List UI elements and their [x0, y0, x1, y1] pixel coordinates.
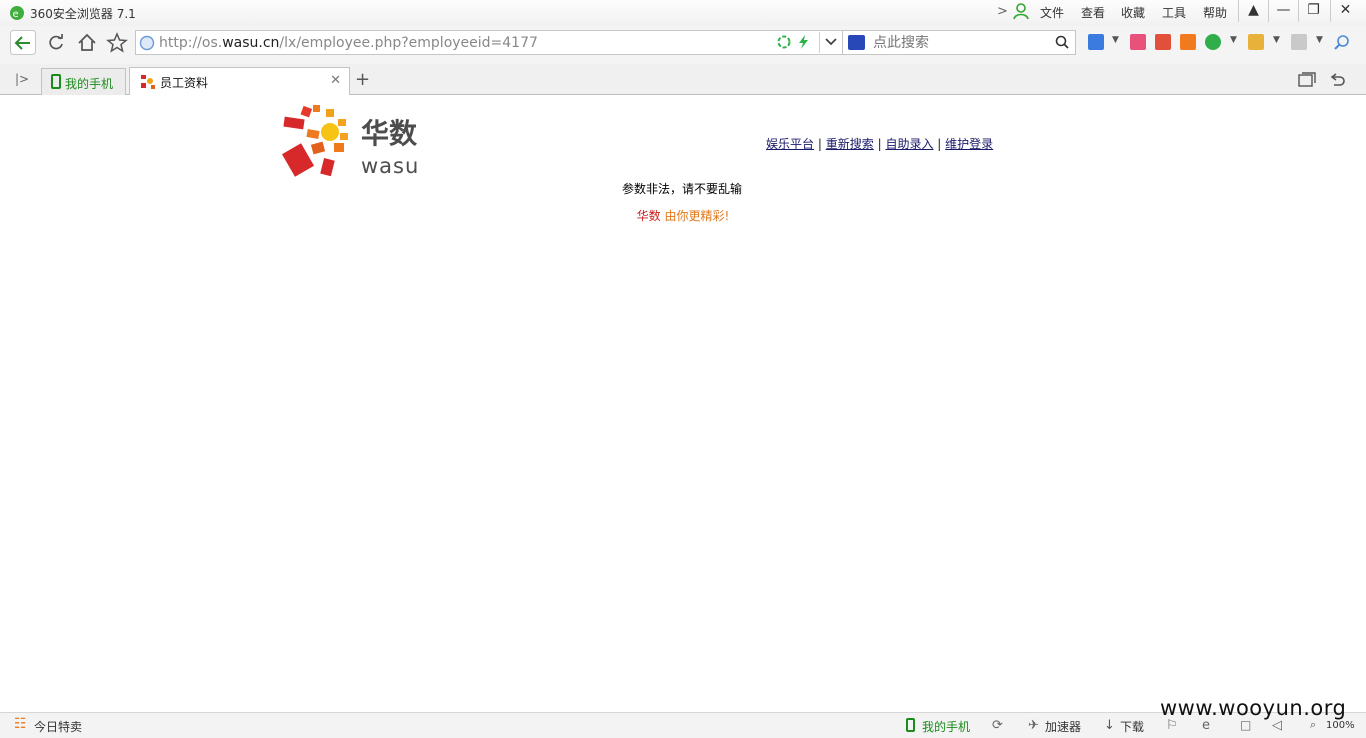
phone-icon — [51, 74, 61, 89]
menu-view[interactable]: 查看 — [1081, 4, 1105, 21]
flight-extension-icon[interactable] — [1180, 34, 1196, 50]
app-grid-icon[interactable] — [1088, 34, 1104, 50]
home-icon[interactable] — [74, 30, 100, 56]
search-box[interactable] — [842, 30, 1076, 55]
undo-close-tab-icon[interactable] — [1328, 72, 1346, 88]
search-input[interactable] — [873, 34, 1043, 52]
window-icon[interactable]: □ — [1240, 718, 1251, 732]
separator: | — [877, 137, 882, 151]
speed-mode-icon[interactable] — [796, 34, 810, 50]
chevron-down-icon[interactable]: ▼ — [1230, 35, 1237, 45]
skin-shirt-icon[interactable]: ▲ — [1238, 0, 1268, 22]
zoom-level[interactable]: 100% — [1326, 720, 1355, 731]
user-icon[interactable] — [1013, 3, 1029, 20]
sidebar-toggle-icon[interactable]: |> — [15, 72, 29, 86]
back-button[interactable] — [10, 30, 36, 56]
logo-en-text: wasu — [361, 154, 419, 178]
link-entertainment[interactable]: 娱乐平台 — [766, 137, 814, 151]
my-phone-link[interactable]: 我的手机 — [922, 718, 970, 735]
window-title: 360安全浏览器 7.1 — [30, 7, 136, 21]
menu-help[interactable]: 帮助 — [1203, 4, 1227, 21]
flag-icon[interactable]: ⚐ — [1166, 718, 1178, 733]
address-bar[interactable]: http://os.wasu.cn/lx/employee.php?employ… — [135, 30, 845, 55]
minimize-button[interactable]: — — [1268, 0, 1298, 22]
divider — [819, 32, 820, 53]
coupon-extension-icon[interactable] — [1248, 34, 1264, 50]
title-bar: e 360安全浏览器 7.1 > 文件 查看 收藏 工具 帮助 ▲ — ❐ ✕ — [0, 0, 1366, 26]
tab-my-phone[interactable]: 我的手机 — [41, 68, 126, 95]
watermark: www.wooyun.org — [1160, 696, 1347, 720]
gift-icon: ☷ — [14, 716, 27, 732]
zoom-icon[interactable]: ⌕ — [1310, 718, 1316, 732]
mail-extension-icon[interactable] — [1130, 34, 1146, 50]
tab-label: 员工资料 — [160, 76, 209, 90]
chevron-down-icon[interactable]: ▼ — [1273, 35, 1280, 45]
ie-icon[interactable]: e — [1202, 718, 1210, 733]
compat-mode-icon[interactable] — [776, 34, 792, 50]
daily-deals-link[interactable]: 今日特卖 — [34, 718, 82, 735]
restore-button[interactable]: ❐ — [1298, 0, 1328, 22]
search-extension-icon[interactable] — [1334, 34, 1350, 50]
site-nav: 娱乐平台 | 重新搜索 | 自助录入 | 维护登录 — [766, 135, 993, 152]
baidu-engine-icon[interactable] — [848, 35, 865, 50]
chevron-down-icon[interactable]: ▼ — [1316, 35, 1323, 45]
separator: | — [817, 137, 822, 151]
url-text[interactable]: http://os.wasu.cn/lx/employee.php?employ… — [159, 35, 538, 51]
menu-file[interactable]: 文件 — [1040, 4, 1064, 21]
error-message: 参数非法，请不要乱输 — [621, 182, 742, 196]
tab-list-icon[interactable] — [1298, 72, 1316, 88]
screenshot-extension-icon[interactable] — [1291, 34, 1307, 50]
logo-cn-text: 华数 — [361, 117, 418, 150]
new-tab-button[interactable]: + — [355, 69, 370, 90]
download-button[interactable]: 下载 — [1120, 718, 1144, 735]
refresh-icon[interactable] — [43, 30, 69, 56]
close-window-button[interactable]: ✕ — [1330, 0, 1360, 22]
accelerator-button[interactable]: 加速器 — [1045, 718, 1081, 735]
link-self-entry[interactable]: 自助录入 — [885, 137, 933, 151]
browser-logo-icon: e — [10, 6, 24, 20]
slogan: 华数 由你更精彩! — [0, 207, 1366, 224]
tab-label: 我的手机 — [65, 77, 114, 91]
download-arrow-icon: ↓ — [1104, 718, 1115, 733]
speed-dial-icon[interactable]: ⟳ — [992, 718, 1003, 733]
slogan-text: 由你更精彩! — [664, 209, 730, 223]
tab-employee-info[interactable]: 员工资料 ✕ — [129, 67, 350, 95]
svg-text:e: e — [13, 9, 19, 20]
slogan-brand: 华数 — [636, 209, 661, 223]
chevron-down-icon[interactable]: ▼ — [1112, 35, 1119, 45]
chevron-right-icon[interactable]: > — [997, 4, 1008, 19]
star-favorite-icon[interactable] — [104, 30, 130, 56]
shield-extension-icon[interactable] — [1205, 34, 1221, 50]
site-security-icon — [139, 35, 155, 51]
search-icon[interactable] — [1055, 35, 1069, 49]
menu-tools[interactable]: 工具 — [1162, 4, 1186, 21]
wasu-favicon-icon — [141, 75, 155, 89]
separator: | — [937, 137, 942, 151]
translate-extension-icon[interactable] — [1155, 34, 1171, 50]
rocket-icon: ✈ — [1028, 718, 1039, 733]
close-tab-icon[interactable]: ✕ — [330, 73, 341, 88]
page-content: 华数 wasu 娱乐平台 | 重新搜索 | 自助录入 | 维护登录 参数非法，请… — [0, 95, 1366, 712]
chevron-down-icon[interactable] — [824, 36, 838, 48]
link-admin-login[interactable]: 维护登录 — [945, 137, 993, 151]
volume-icon[interactable]: ◁ — [1272, 718, 1282, 733]
phone-icon — [906, 718, 915, 732]
link-research[interactable]: 重新搜索 — [826, 137, 874, 151]
menu-favorites[interactable]: 收藏 — [1121, 4, 1145, 21]
wasu-logo[interactable]: 华数 wasu — [282, 105, 422, 181]
